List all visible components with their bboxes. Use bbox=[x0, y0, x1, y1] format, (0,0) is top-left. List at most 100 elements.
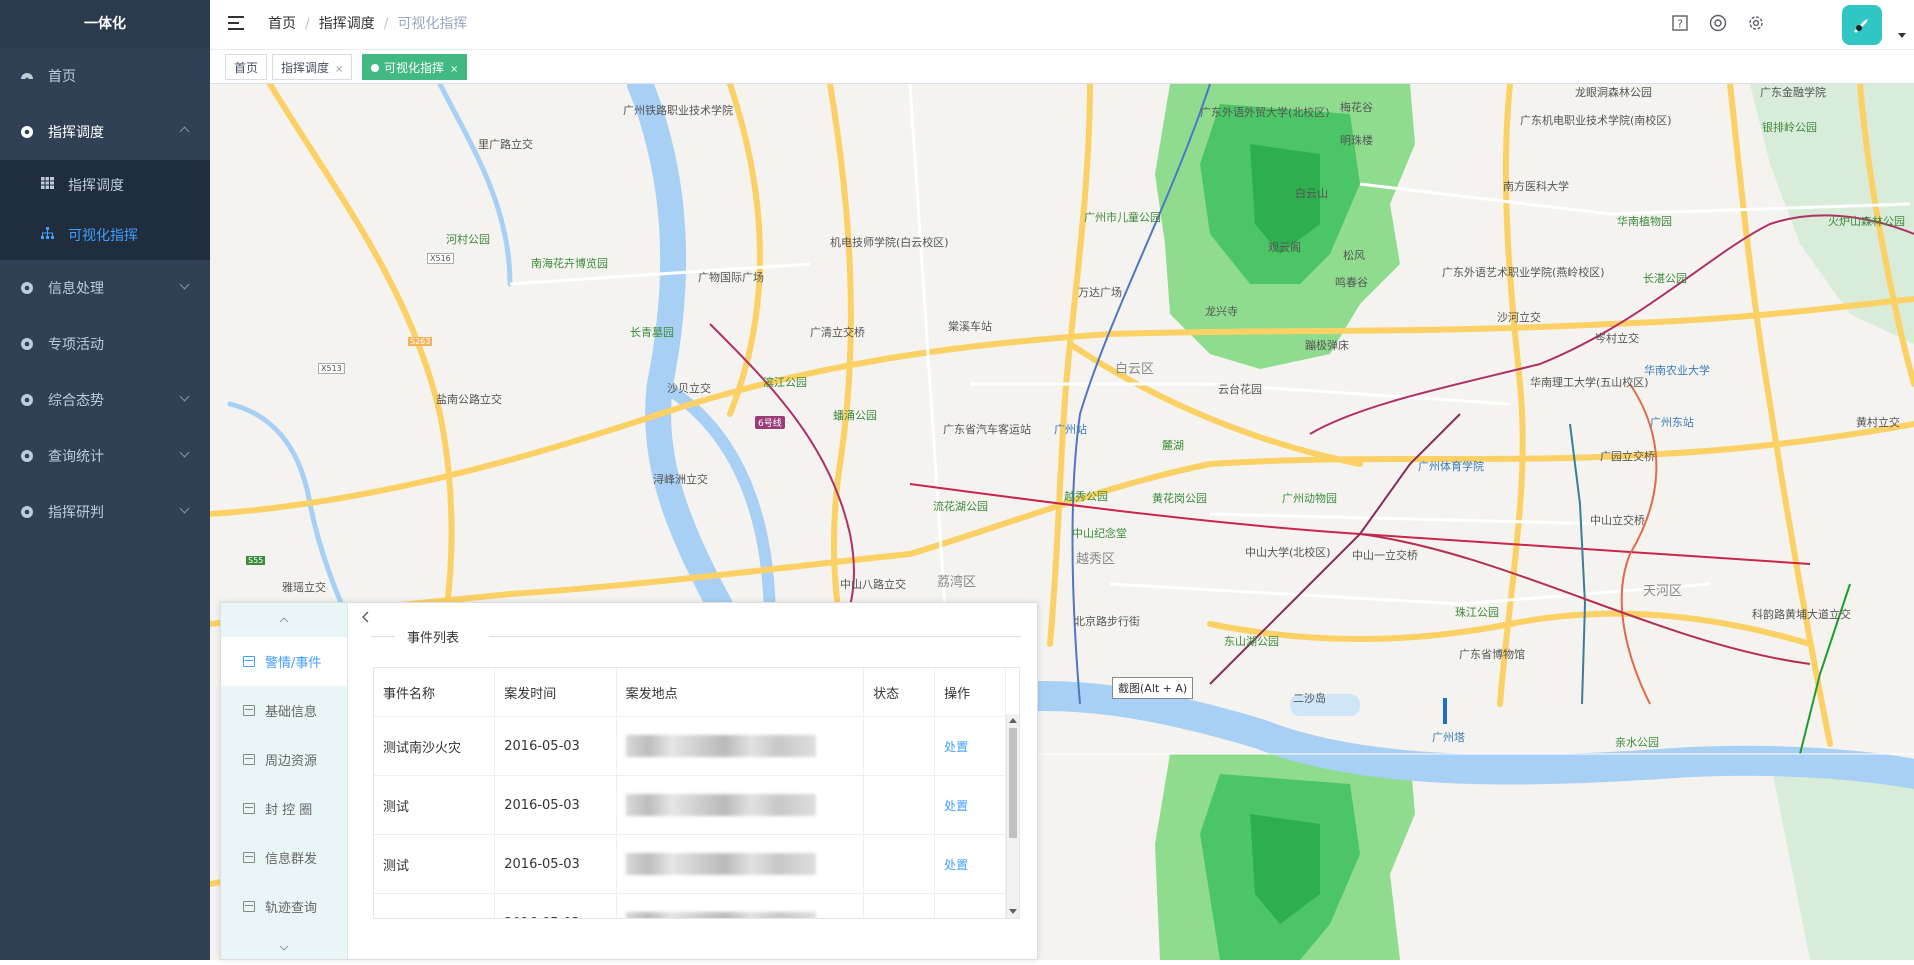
map-label: 中山一立交桥 bbox=[1352, 549, 1418, 562]
map-label: 广州站 bbox=[1054, 423, 1087, 436]
sidebar-item-label: 可视化指挥 bbox=[68, 228, 138, 244]
help-icon[interactable]: ? bbox=[1670, 14, 1690, 34]
map-label: 广东金融学院 bbox=[1760, 86, 1826, 99]
nav-control-circle[interactable]: 封 控 圈 bbox=[221, 784, 347, 833]
map-label: 二沙岛 bbox=[1293, 692, 1326, 705]
tag-label: 首页 bbox=[234, 61, 259, 75]
nav-basic-info[interactable]: 基础信息 bbox=[221, 686, 347, 735]
map-label: 广州体育学院 bbox=[1418, 460, 1484, 473]
map-label: 长青墓园 bbox=[630, 326, 674, 339]
table-row: 测试南沙火灾 2016-05-03 处置 bbox=[374, 716, 1006, 776]
sidebar-item-label: 指挥研判 bbox=[48, 505, 104, 521]
map-label: 明珠楼 bbox=[1340, 134, 1373, 147]
avatar[interactable] bbox=[1842, 5, 1882, 45]
chevron-up-icon[interactable] bbox=[221, 603, 347, 637]
calendar-icon bbox=[243, 852, 255, 863]
settings-icon[interactable] bbox=[1746, 14, 1766, 34]
map-label: 龙眼洞森林公园 bbox=[1575, 86, 1652, 99]
map-label: 广州市儿童公园 bbox=[1084, 211, 1161, 224]
nav-alarm-events[interactable]: 警情/事件 bbox=[221, 637, 347, 686]
map-label: 流花湖公园 bbox=[933, 500, 988, 513]
map-label: 里广路立交 bbox=[478, 138, 533, 151]
redacted-address bbox=[625, 853, 816, 875]
screenshot-tooltip: 截图(Alt + A) bbox=[1112, 677, 1194, 699]
redacted-address bbox=[625, 912, 816, 918]
sidebar-item-home[interactable]: 首页 bbox=[0, 48, 210, 104]
hamburger-menu-icon[interactable] bbox=[228, 16, 244, 30]
scrollbar-thumb bbox=[1009, 728, 1017, 838]
column-header: 案发时间 bbox=[494, 668, 617, 717]
sidebar-item-special-activities[interactable]: 专项活动 bbox=[0, 316, 210, 372]
gear-icon bbox=[20, 449, 34, 463]
map-label: 沙贝立交 bbox=[667, 382, 711, 395]
sidebar-item-label: 查询统计 bbox=[48, 449, 104, 465]
road-shield: S55 bbox=[246, 556, 266, 565]
nav-broadcast[interactable]: 信息群发 bbox=[221, 833, 347, 882]
event-status bbox=[863, 834, 936, 894]
map-label: 岑村立交 bbox=[1595, 332, 1639, 345]
sidebar-item-info-processing[interactable]: 信息处理 bbox=[0, 260, 210, 316]
gear-icon bbox=[20, 281, 34, 295]
event-time: 2016-05-03 bbox=[494, 893, 617, 918]
breadcrumb-home[interactable]: 首页 bbox=[268, 16, 296, 32]
panel-nav: 警情/事件 基础信息 周边资源 封 控 圈 信息群发 轨迹查询 bbox=[221, 603, 348, 959]
tag-label: 指挥调度 bbox=[281, 61, 330, 75]
map-label: 荔湾区 bbox=[937, 575, 977, 590]
handle-link[interactable]: 处置 bbox=[944, 917, 968, 919]
metro-line-badge: 6号线 bbox=[755, 416, 785, 429]
nav-nearby-resources[interactable]: 周边资源 bbox=[221, 735, 347, 784]
nav-label: 基础信息 bbox=[265, 705, 318, 720]
tag-label: 可视化指挥 bbox=[384, 61, 445, 75]
nav-track-query[interactable]: 轨迹查询 bbox=[221, 882, 347, 931]
table-scrollbar[interactable] bbox=[1006, 714, 1019, 918]
event-time: 2016-05-03 bbox=[494, 834, 617, 894]
map-label: 华南理工大学(五山校区) bbox=[1530, 376, 1649, 389]
submenu-dispatch: 指挥调度 可视化指挥 bbox=[0, 160, 210, 260]
breadcrumb-dispatch[interactable]: 指挥调度 bbox=[319, 16, 375, 32]
chevron-down-icon bbox=[179, 503, 190, 514]
redacted-address bbox=[625, 794, 816, 816]
sidebar-item-label: 指挥调度 bbox=[48, 125, 104, 141]
calendar-icon bbox=[243, 901, 255, 912]
sidebar-item-dispatch[interactable]: 指挥调度 bbox=[0, 104, 210, 160]
map-label: 广东省博物馆 bbox=[1459, 648, 1525, 661]
sidebar-item-situation[interactable]: 综合态势 bbox=[0, 372, 210, 428]
event-place bbox=[616, 775, 865, 835]
sidebar-item-analysis[interactable]: 指挥研判 bbox=[0, 484, 210, 540]
nav-label: 轨迹查询 bbox=[265, 901, 318, 916]
event-status bbox=[863, 775, 936, 835]
map-label: 蟠涌公园 bbox=[833, 409, 877, 422]
tag-dispatch[interactable]: 指挥调度 × bbox=[272, 54, 353, 80]
map-label: 松风 bbox=[1343, 249, 1365, 262]
panel-title: 事件列表 bbox=[371, 627, 1021, 646]
handle-link[interactable]: 处置 bbox=[944, 858, 968, 872]
close-icon[interactable]: × bbox=[450, 64, 458, 75]
tag-home[interactable]: 首页 bbox=[225, 54, 268, 80]
map-label: 广东省汽车客运站 bbox=[943, 423, 1031, 436]
map-label: 银排岭公园 bbox=[1762, 121, 1817, 134]
collapse-panel-icon[interactable] bbox=[361, 611, 369, 627]
sidebar-subitem-dispatch[interactable]: 指挥调度 bbox=[0, 160, 210, 210]
sidebar-item-query-stats[interactable]: 查询统计 bbox=[0, 428, 210, 484]
tag-visual-command[interactable]: 可视化指挥 × bbox=[362, 54, 468, 80]
redacted-address bbox=[625, 735, 816, 757]
table-row: 测试 2016-05-03 处置 bbox=[374, 834, 1006, 894]
handle-link[interactable]: 处置 bbox=[944, 799, 968, 813]
map-label: 白云区 bbox=[1115, 362, 1155, 377]
sidebar-subitem-visual-command[interactable]: 可视化指挥 bbox=[0, 210, 210, 260]
column-header: 事件名称 bbox=[374, 668, 496, 717]
target-icon[interactable] bbox=[1708, 14, 1728, 34]
sidebar: 一体化 首页 指挥调度 指挥调度 可视化指挥 信息处理 专项活动 综合态势 查询… bbox=[0, 0, 210, 960]
map-label: 越秀区 bbox=[1076, 552, 1116, 567]
handle-link[interactable]: 处置 bbox=[944, 740, 968, 754]
map-label: 滨江公园 bbox=[763, 376, 807, 389]
map-label: 广州动物园 bbox=[1282, 492, 1337, 505]
event-place bbox=[616, 893, 865, 918]
map-label: 龙兴寺 bbox=[1205, 305, 1238, 318]
map-label: 广州铁路职业技术学院 bbox=[623, 104, 733, 117]
event-name: 测试 bbox=[374, 775, 496, 835]
close-icon[interactable]: × bbox=[335, 64, 343, 75]
event-name: 测试南沙火灾 bbox=[374, 716, 496, 776]
caret-down-icon[interactable] bbox=[1898, 33, 1906, 38]
table-icon bbox=[40, 177, 54, 193]
